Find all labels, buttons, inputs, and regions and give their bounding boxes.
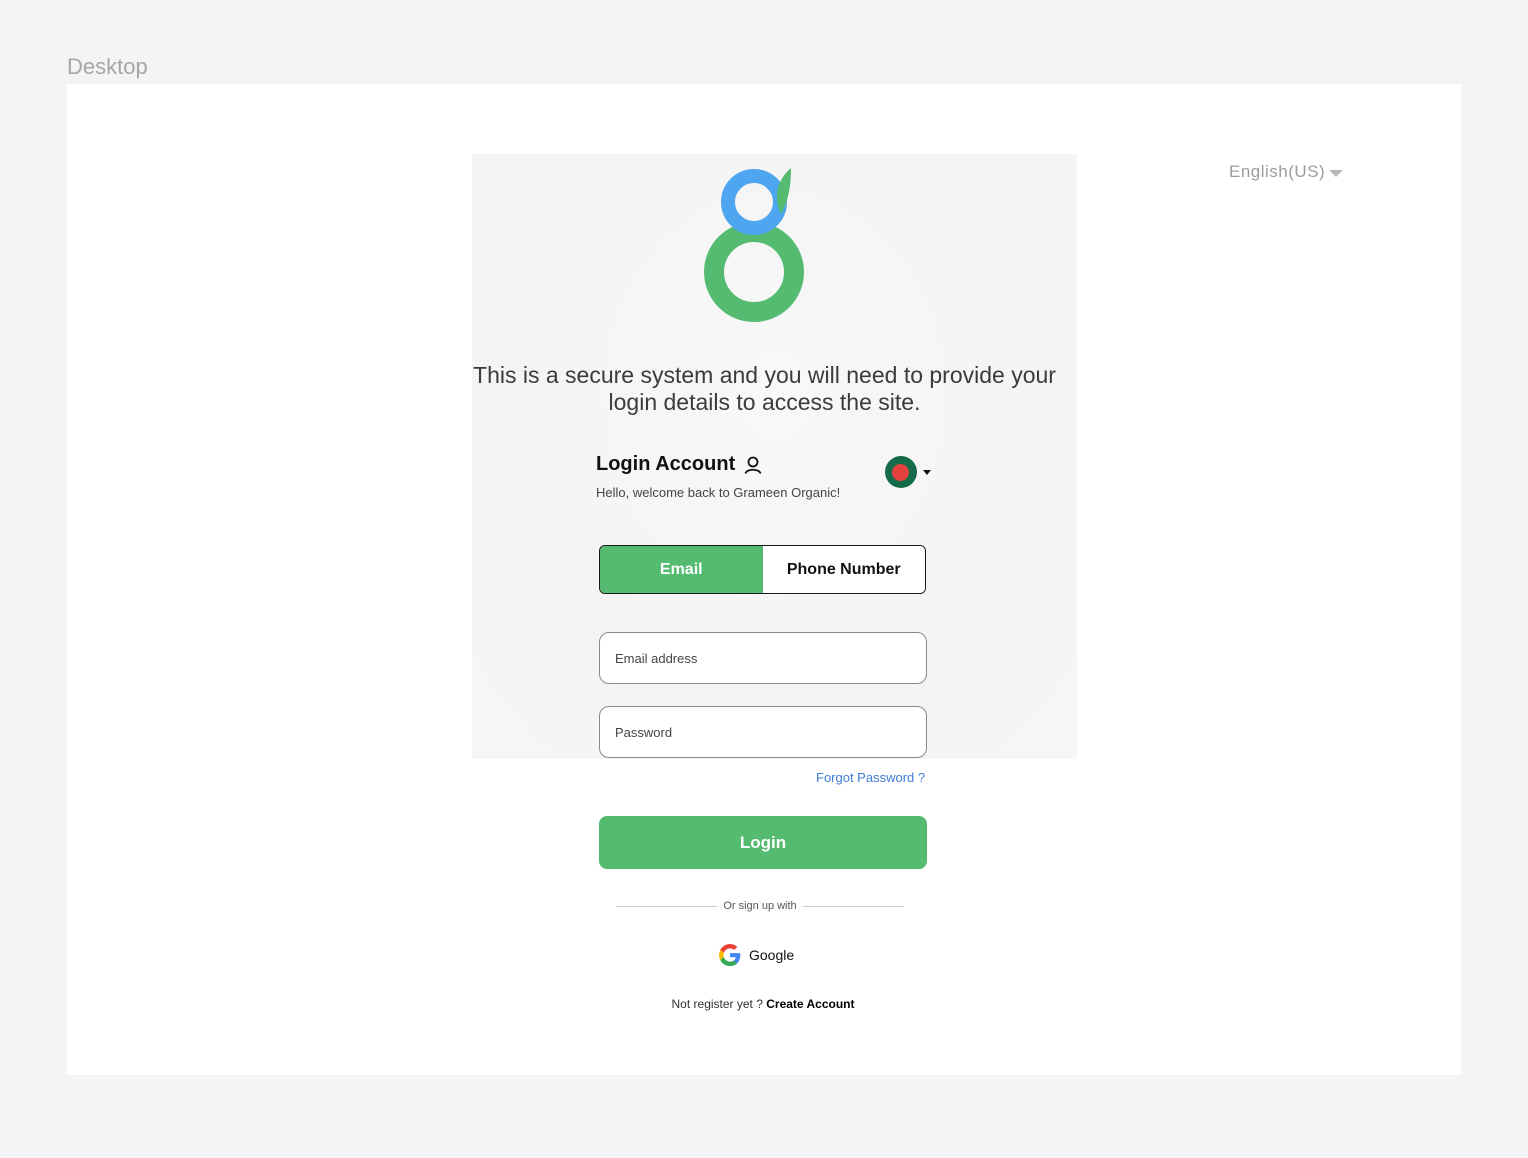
forgot-password-link[interactable]: Forgot Password ?: [816, 770, 925, 785]
tab-phone-number[interactable]: Phone Number: [762, 546, 925, 593]
password-field[interactable]: [599, 706, 927, 758]
user-icon: [744, 456, 762, 474]
language-label: English(US): [1229, 162, 1326, 181]
register-text: Not register yet ?: [671, 997, 763, 1011]
divider-text: Or sign up with: [723, 900, 797, 912]
email-field[interactable]: [599, 632, 927, 684]
bangladesh-flag-icon: [885, 456, 917, 488]
google-label: Google: [749, 947, 795, 963]
register-prompt: Not register yet ? Create Account: [599, 997, 927, 1011]
country-selector[interactable]: [885, 456, 931, 488]
language-selector[interactable]: English(US): [1229, 162, 1344, 182]
caret-down-icon: [923, 469, 931, 475]
google-signin-button[interactable]: Google: [719, 944, 794, 966]
secure-message: This is a secure system and you will nee…: [473, 362, 1056, 415]
google-icon: [719, 944, 741, 966]
tab-email[interactable]: Email: [600, 546, 763, 593]
divider-line: [802, 905, 904, 907]
create-account-link[interactable]: Create Account: [766, 997, 854, 1011]
signup-divider: Or sign up with: [616, 900, 904, 912]
frame-label: Desktop: [67, 54, 148, 79]
divider-line: [616, 905, 718, 907]
grameen-logo: [704, 168, 804, 322]
login-button[interactable]: Login: [599, 816, 927, 869]
login-method-tabs: Email Phone Number: [599, 545, 926, 594]
chevron-down-icon: [1329, 170, 1344, 177]
desktop-frame: English(US) This is a secure system and …: [67, 84, 1461, 1075]
login-title-text: Login Account: [596, 453, 736, 475]
welcome-text: Hello, welcome back to Grameen Organic!: [596, 485, 841, 500]
login-title: Login Account: [596, 453, 763, 476]
